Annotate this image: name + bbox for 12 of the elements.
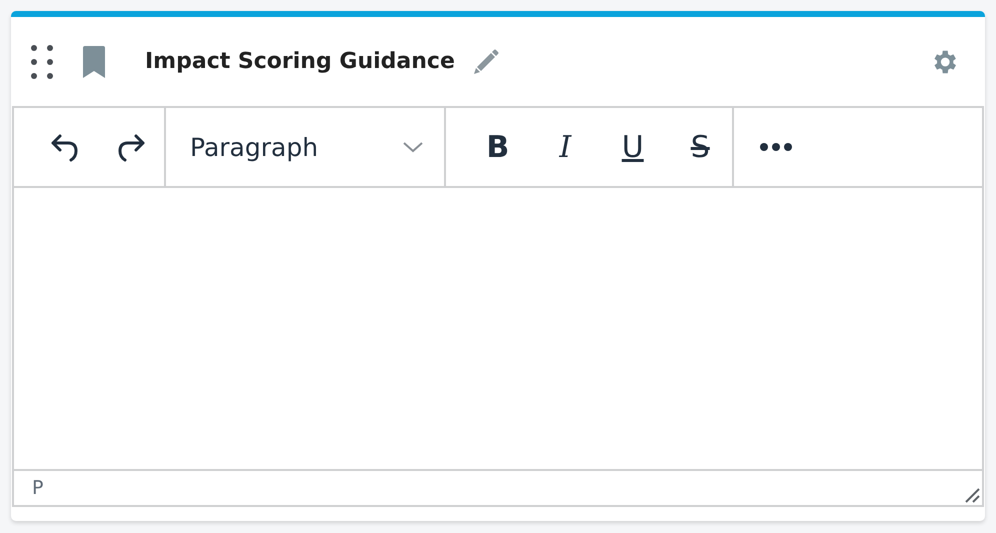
bookmark-icon[interactable] xyxy=(81,46,107,78)
strikethrough-button[interactable]: S xyxy=(668,122,732,172)
bold-button[interactable]: B xyxy=(466,122,530,172)
underline-button[interactable]: U xyxy=(601,122,664,172)
block-format-dropdown[interactable]: Paragraph xyxy=(166,108,444,186)
resize-handle-icon[interactable] xyxy=(964,487,980,503)
italic-button[interactable]: I xyxy=(534,122,597,172)
panel-title: Impact Scoring Guidance xyxy=(145,49,455,74)
more-icon xyxy=(759,142,793,152)
drag-handle-icon[interactable] xyxy=(31,44,53,78)
element-path[interactable]: P xyxy=(32,477,44,499)
chevron-down-icon xyxy=(402,140,424,154)
